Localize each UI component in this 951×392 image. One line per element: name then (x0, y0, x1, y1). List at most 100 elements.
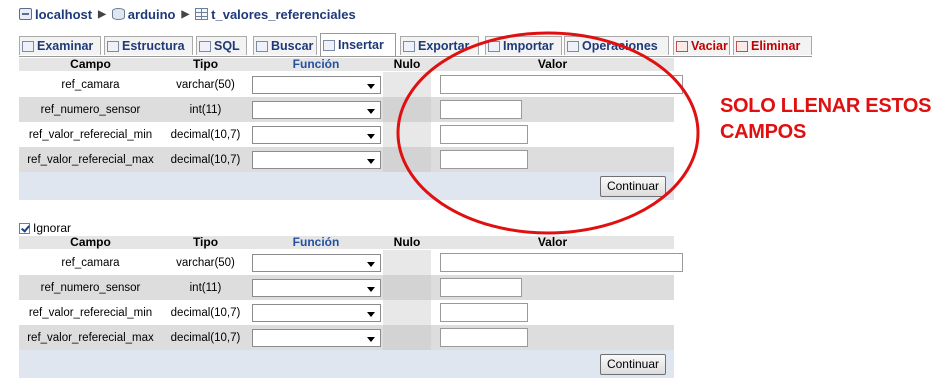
breadcrumb-database[interactable]: arduino (111, 7, 176, 22)
header-valor: Valor (431, 236, 674, 250)
value-cell (431, 122, 674, 147)
tab-vaciar[interactable]: Vaciar (673, 36, 730, 55)
header-nulo: Nulo (383, 58, 431, 72)
value-input[interactable] (440, 278, 522, 297)
field-name: ref_valor_referecial_max (19, 325, 162, 350)
field-type: int(11) (162, 97, 249, 122)
null-cell (383, 325, 431, 350)
function-cell (249, 300, 383, 325)
value-input[interactable] (440, 253, 683, 272)
tab-exportar[interactable]: Exportar (400, 36, 479, 55)
tab-label: SQL (214, 39, 240, 53)
header-campo: Campo (19, 58, 162, 72)
insert-icon (323, 39, 335, 51)
function-select[interactable] (251, 328, 381, 347)
null-cell (383, 147, 431, 172)
search-icon (256, 40, 268, 52)
value-cell (431, 275, 674, 300)
tab-label: Estructura (122, 39, 185, 53)
breadcrumb-table-label[interactable]: t_valores_referenciales (211, 7, 356, 22)
value-input[interactable] (440, 328, 528, 347)
sql-icon (199, 40, 211, 52)
import-icon (488, 40, 500, 52)
ignore-label[interactable]: Ignorar (33, 221, 71, 235)
function-select[interactable] (251, 278, 381, 297)
insert-table-2: Campo Tipo Función Nulo Valor ref_camara… (19, 236, 683, 378)
table-row: ref_valor_referecial_max decimal(10,7) (19, 147, 674, 172)
table-footer: Continuar (19, 172, 674, 200)
value-input[interactable] (440, 75, 683, 94)
function-select[interactable] (251, 125, 381, 144)
function-cell (249, 71, 383, 97)
function-cell (249, 249, 383, 275)
table-header-row: Campo Tipo Función Nulo Valor (19, 58, 674, 72)
annotation-note: SOLO LLENAR ESTOS CAMPOS (720, 93, 950, 145)
function-cell (249, 325, 383, 350)
footer-cell: Continuar (19, 350, 674, 378)
field-type: decimal(10,7) (162, 325, 249, 350)
tab-operaciones[interactable]: Operaciones (564, 36, 669, 55)
value-cell (431, 300, 674, 325)
tab-examinar[interactable]: Examinar (19, 36, 101, 55)
tab-bar: Examinar Estructura SQL Buscar Insertar … (19, 33, 812, 57)
continue-button[interactable]: Continuar (599, 175, 666, 197)
tab-label: Buscar (271, 39, 314, 53)
function-select[interactable] (251, 150, 381, 169)
structure-icon (107, 40, 119, 52)
table-row: ref_valor_referecial_max decimal(10,7) (19, 325, 674, 350)
database-icon (111, 8, 125, 20)
tab-estructura[interactable]: Estructura (104, 36, 193, 55)
breadcrumb-database-label[interactable]: arduino (128, 7, 176, 22)
function-select[interactable] (251, 253, 381, 272)
field-name: ref_numero_sensor (19, 275, 162, 300)
breadcrumb-server[interactable]: localhost (19, 7, 92, 22)
field-type: decimal(10,7) (162, 300, 249, 325)
header-campo: Campo (19, 236, 162, 250)
value-input[interactable] (440, 100, 522, 119)
null-cell (383, 249, 431, 275)
header-funcion[interactable]: Función (249, 58, 383, 72)
function-cell (249, 97, 383, 122)
function-select[interactable] (251, 75, 381, 94)
field-type: varchar(50) (162, 71, 249, 97)
tab-eliminar[interactable]: Eliminar (733, 36, 812, 55)
server-icon (19, 8, 32, 20)
tab-label: Operaciones (582, 39, 658, 53)
table-icon (195, 8, 209, 20)
export-icon (403, 40, 415, 52)
field-type: decimal(10,7) (162, 147, 249, 172)
tab-importar[interactable]: Importar (485, 36, 562, 55)
continue-button[interactable]: Continuar (599, 353, 666, 375)
tab-label: Exportar (418, 39, 470, 53)
field-name: ref_valor_referecial_min (19, 300, 162, 325)
tab-label: Examinar (37, 39, 94, 53)
tab-insertar[interactable]: Insertar (320, 33, 396, 56)
annotation-line: CAMPOS (720, 121, 806, 143)
browse-icon (22, 40, 34, 52)
operations-icon (567, 40, 579, 52)
tab-label: Eliminar (751, 39, 801, 53)
value-input[interactable] (440, 125, 528, 144)
value-cell (431, 325, 674, 350)
breadcrumb: localhost ▶ arduino ▶ t_valores_referenc… (19, 5, 356, 23)
table-row: ref_numero_sensor int(11) (19, 97, 674, 122)
breadcrumb-server-label[interactable]: localhost (35, 7, 92, 22)
tab-buscar[interactable]: Buscar (253, 36, 317, 55)
ignore-checkbox[interactable] (19, 222, 30, 234)
function-select[interactable] (251, 100, 381, 119)
function-cell (249, 275, 383, 300)
value-input[interactable] (440, 150, 528, 169)
empty-icon (676, 40, 688, 52)
header-funcion[interactable]: Función (249, 236, 383, 250)
header-nulo: Nulo (383, 236, 431, 250)
footer-cell: Continuar (19, 172, 674, 200)
breadcrumb-table[interactable]: t_valores_referenciales (195, 7, 356, 22)
tab-sql[interactable]: SQL (196, 36, 247, 55)
value-input[interactable] (440, 303, 528, 322)
insert-table-1: Campo Tipo Función Nulo Valor ref_camara… (19, 58, 683, 200)
field-name: ref_valor_referecial_max (19, 147, 162, 172)
function-select[interactable] (251, 303, 381, 322)
header-tipo: Tipo (162, 58, 249, 72)
header-valor: Valor (431, 58, 674, 72)
field-name: ref_camara (19, 71, 162, 97)
